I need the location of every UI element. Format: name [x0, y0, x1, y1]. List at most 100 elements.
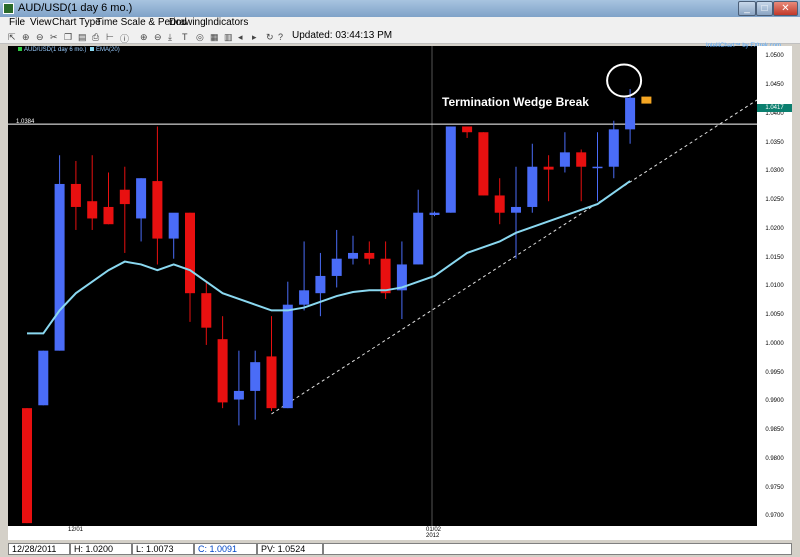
candle-body: [625, 97, 636, 130]
app-icon: [3, 3, 14, 14]
arrow-right-icon[interactable]: ▸: [252, 32, 257, 43]
price-plot[interactable]: [8, 46, 757, 526]
menu-bar: File View Chart Type Time Scale & Period…: [0, 17, 800, 29]
cursor-icon[interactable]: ⇱: [8, 32, 16, 43]
candle-body: [87, 201, 98, 219]
candle-body: [217, 339, 228, 403]
y-tick-label: 1.0250: [765, 197, 784, 204]
target-icon[interactable]: ◎: [196, 32, 204, 43]
x-tick-label: 2012: [426, 533, 440, 539]
chart-legend: AUD/USD(1 day 6 mo.) EMA(20): [16, 47, 120, 53]
copy-icon[interactable]: ❐: [64, 32, 72, 43]
close-button[interactable]: ✕: [773, 1, 798, 16]
candle-body: [543, 166, 554, 170]
toolbar: ⇱ ⊕ ⊖ ✂ ❐ ▤ ⎙ ⊢ ⓘ ⊕ ⊖ ⤓ T ◎ ▦ ▥ ◂ ▸ ↻ ? …: [0, 29, 800, 44]
ruler-icon[interactable]: ⊢: [106, 32, 114, 43]
current-price-tag: 1.0417: [757, 104, 792, 112]
cut-icon[interactable]: ✂: [50, 32, 58, 43]
candle-body: [527, 166, 538, 207]
candle-body: [201, 293, 212, 328]
chart-area[interactable]: AUD/USD(1 day 6 mo.) EMA(20) IntelliChar…: [8, 43, 792, 540]
candle-body: [136, 178, 147, 219]
candle-body: [413, 212, 424, 265]
y-tick-label: 0.9750: [765, 484, 784, 491]
y-tick-label: 1.0350: [765, 139, 784, 146]
y-tick-label: 1.0500: [765, 53, 784, 60]
candle-body: [38, 350, 49, 406]
candle-body: [364, 252, 375, 259]
magnify-minus-icon[interactable]: ⊖: [154, 32, 162, 43]
status-empty: [323, 543, 792, 555]
candle-body: [511, 206, 521, 213]
refresh-icon[interactable]: ↻: [266, 32, 274, 43]
candle-body: [168, 212, 179, 239]
candle-body: [152, 181, 163, 239]
status-low: L: 1.0073: [132, 543, 194, 555]
ema-line: [27, 180, 631, 335]
y-tick-label: 0.9700: [765, 513, 784, 520]
legend-symbol: AUD/USD(1 day 6 mo.): [24, 47, 87, 53]
price-axis[interactable]: 1.0500 1.0450 1.0400 1.0350 1.0300 1.0250 1.02…: [757, 46, 792, 526]
candle-body: [608, 129, 619, 167]
minimize-button[interactable]: _: [738, 1, 756, 16]
candle-body: [185, 212, 195, 294]
zoom-out-icon[interactable]: ⊖: [36, 32, 44, 43]
status-close: C: 1.0091: [194, 543, 257, 555]
y-tick-label: 0.9850: [765, 427, 784, 434]
candle-body: [233, 390, 244, 400]
time-axis[interactable]: 12/01 01/02 2012: [8, 526, 792, 540]
highlight-circle: [606, 63, 643, 98]
y-tick-label: 1.0450: [765, 82, 784, 89]
candle-body: [315, 275, 326, 294]
candle-body: [494, 195, 505, 213]
candle-body: [266, 356, 277, 409]
updated-time: Updated: 03:44:13 PM: [292, 30, 393, 41]
candle-body: [250, 362, 261, 391]
candle-body: [299, 290, 310, 305]
text-tool-icon[interactable]: T: [182, 32, 188, 42]
window-title: AUD/USD(1 day 6 mo.): [18, 2, 133, 14]
reference-line-label: 1.0384: [16, 119, 35, 125]
info-icon[interactable]: ⓘ: [120, 32, 129, 45]
bars-icon[interactable]: ▥: [224, 32, 233, 43]
menu-drawing[interactable]: Drawing: [169, 17, 206, 28]
magnify-plus-icon[interactable]: ⊕: [140, 32, 148, 43]
candle-body: [70, 183, 81, 207]
candle-body: [592, 166, 603, 169]
y-tick-label: 1.0050: [765, 312, 784, 319]
legend-ema: EMA(20): [96, 47, 120, 53]
candle-body: [445, 126, 456, 213]
menu-file[interactable]: File: [9, 17, 25, 28]
x-tick-label: 12/01: [68, 527, 84, 533]
candle-body: [119, 189, 130, 205]
candle-body: [462, 126, 473, 133]
help-icon[interactable]: ?: [278, 32, 283, 42]
candle-body: [478, 132, 489, 196]
print-icon[interactable]: ⎙: [92, 32, 99, 43]
download-icon[interactable]: ⤓: [168, 32, 172, 43]
y-tick-label: 0.9900: [765, 398, 784, 405]
candle-body: [348, 252, 358, 259]
menu-indicators[interactable]: Indicators: [205, 17, 248, 28]
paste-icon[interactable]: ▤: [78, 32, 87, 43]
candle-body: [331, 258, 342, 276]
menu-view[interactable]: View: [30, 17, 52, 28]
y-tick-label: 1.0200: [765, 225, 784, 232]
status-date: 12/28/2011: [8, 543, 70, 555]
arrow-left-icon[interactable]: ◂: [238, 32, 243, 43]
candle-body: [380, 258, 391, 294]
y-tick-label: 1.0000: [765, 340, 784, 347]
annotation-text: Termination Wedge Break: [442, 95, 589, 109]
grid-icon[interactable]: ▦: [210, 32, 219, 43]
ema-swatch: [90, 47, 95, 52]
maximize-button[interactable]: □: [756, 1, 773, 16]
zoom-in-icon[interactable]: ⊕: [22, 32, 30, 43]
title-bar: AUD/USD(1 day 6 mo.) _ □ ✕: [0, 0, 800, 17]
candle-body: [22, 408, 32, 524]
y-tick-label: 1.0300: [765, 168, 784, 175]
status-high: H: 1.0200: [70, 543, 132, 555]
next-bar: [641, 96, 652, 104]
candle-body: [103, 206, 114, 225]
y-tick-label: 1.0100: [765, 283, 784, 290]
menu-chart-type[interactable]: Chart Type: [52, 17, 101, 28]
